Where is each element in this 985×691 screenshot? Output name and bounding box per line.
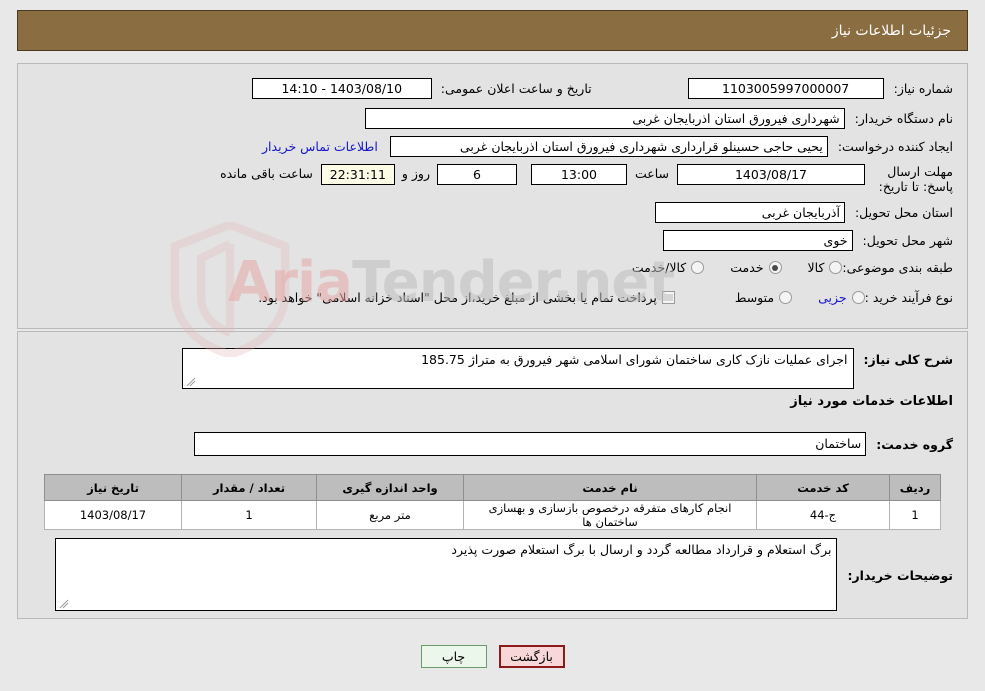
purchase-option-medium-label: متوسط	[734, 290, 775, 305]
radio-service-icon[interactable]	[768, 261, 782, 274]
category-option-goods-service-label: کالا/خدمت	[631, 260, 687, 275]
service-group-row: گروه خدمت: ساختمان	[194, 432, 953, 456]
service-group-field: ساختمان	[194, 432, 867, 456]
radio-goods-icon[interactable]	[829, 261, 843, 274]
province-field: آذربایجان غربی	[654, 202, 845, 223]
buyer-contact-link[interactable]: اطلاعات تماس خریدار	[262, 139, 378, 154]
need-number-row: شماره نیاز: 1103005997000007 تاریخ و ساع…	[251, 78, 953, 99]
category-option-service-label: خدمت	[730, 260, 764, 275]
page-title: جزئیات اطلاعات نیاز	[831, 22, 951, 39]
days-label: روز و	[401, 166, 430, 181]
print-button[interactable]: چاپ	[420, 645, 487, 668]
purchase-option-minor-label: جزیی	[818, 290, 847, 305]
treasury-bonds-label: پرداخت تمام یا بخشی از مبلغ خرید،از محل …	[258, 290, 657, 305]
treasury-bonds-checkbox[interactable]	[661, 291, 675, 304]
cell-code: ج-44	[756, 500, 890, 530]
requester-label: ایجاد کننده درخواست:	[837, 139, 953, 154]
cell-quantity: 1	[181, 500, 317, 530]
deadline-label: مهلت ارسال پاسخ: تا تاریخ:	[878, 164, 953, 194]
countdown-field: 22:31:11	[320, 164, 395, 185]
resize-grip-icon[interactable]	[186, 377, 196, 387]
col-name: نام خدمت	[463, 474, 757, 501]
cell-name: انجام کارهای متفرقه درخصوص بازسازی و بهس…	[463, 500, 757, 530]
radio-medium-icon[interactable]	[779, 291, 793, 304]
page-header-bar: جزئیات اطلاعات نیاز	[17, 10, 968, 51]
services-section-title: اطلاعات خدمات مورد نیاز	[790, 394, 953, 409]
buyer-org-field: شهرداری فیرورق استان اذربایجان غربی	[364, 108, 845, 129]
deadline-time-field: 13:00	[530, 164, 627, 185]
remaining-days-field: 6	[436, 164, 517, 185]
announce-label: تاریخ و ساعت اعلان عمومی:	[440, 81, 592, 96]
cell-unit: متر مربع	[316, 500, 464, 530]
buyer-org-row: نام دستگاه خریدار: شهرداری فیرورق استان …	[364, 108, 953, 129]
requester-row: ایجاد کننده درخواست: یحیی حاجی حسینلو قر…	[262, 136, 953, 157]
buyer-notes-label: توضیحات خریدار:	[847, 568, 953, 583]
services-section-title-row: اطلاعات خدمات مورد نیاز	[790, 394, 953, 409]
category-row: طبقه بندی موضوعی: کالا خدمت کالا/خدمت	[606, 260, 953, 275]
col-quantity: تعداد / مقدار	[181, 474, 317, 501]
services-table: ردیف کد خدمت نام خدمت واحد اندازه گیری ت…	[44, 474, 941, 530]
footer-buttons: بازگشت چاپ	[0, 645, 985, 668]
buyer-notes-text: برگ استعلام و قرارداد مطالعه گردد و ارسا…	[451, 542, 832, 557]
buyer-notes-textarea[interactable]: برگ استعلام و قرارداد مطالعه گردد و ارسا…	[55, 538, 838, 611]
time-label: ساعت	[634, 166, 669, 181]
service-group-label: گروه خدمت:	[876, 436, 953, 452]
need-info-panel: شماره نیاز: 1103005997000007 تاریخ و ساع…	[17, 63, 968, 329]
cell-index: 1	[889, 500, 941, 530]
col-code: کد خدمت	[756, 474, 890, 501]
category-option-service[interactable]: خدمت	[730, 260, 782, 275]
need-number-label: شماره نیاز:	[893, 81, 953, 96]
description-textarea[interactable]: اجرای عملیات نازک کاری ساختمان شورای اسل…	[181, 348, 854, 389]
treasury-bonds-checkbox-group[interactable]: پرداخت تمام یا بخشی از مبلغ خرید،از محل …	[258, 290, 675, 305]
table-row: 1 ج-44 انجام کارهای متفرقه درخصوص بازساز…	[44, 500, 941, 530]
province-row: استان محل تحویل: آذربایجان غربی	[654, 202, 953, 223]
col-index: ردیف	[889, 474, 941, 501]
announce-datetime-field: 1403/08/10 - 14:10	[251, 78, 432, 99]
radio-goods-service-icon[interactable]	[691, 261, 705, 274]
city-row: شهر محل تحویل: خوی	[662, 230, 953, 251]
province-label: استان محل تحویل:	[854, 205, 953, 220]
cell-need-date: 1403/08/17	[44, 500, 182, 530]
buyer-notes-row: توضیحات خریدار: برگ استعلام و قرارداد مط…	[55, 538, 953, 611]
remaining-hours-label: ساعت باقی مانده	[220, 166, 313, 181]
city-label: شهر محل تحویل:	[862, 233, 953, 248]
category-label: طبقه بندی موضوعی:	[842, 260, 953, 275]
deadline-row: مهلت ارسال پاسخ: تا تاریخ: 1403/08/17 سا…	[220, 164, 953, 194]
col-unit: واحد اندازه گیری	[316, 474, 464, 501]
description-label: شرح کلی نیاز:	[863, 352, 953, 367]
radio-minor-icon[interactable]	[851, 291, 865, 304]
category-option-goods-label: کالا	[807, 260, 825, 275]
requester-field: یحیی حاجی حسینلو قرارداری شهرداری فیرورق…	[389, 136, 828, 157]
need-number-field: 1103005997000007	[687, 78, 884, 99]
buyer-org-label: نام دستگاه خریدار:	[854, 111, 953, 126]
back-button[interactable]: بازگشت	[498, 645, 565, 668]
description-text: اجرای عملیات نازک کاری ساختمان شورای اسل…	[421, 352, 848, 367]
purchase-option-minor[interactable]: جزیی	[818, 290, 865, 305]
table-header-row: ردیف کد خدمت نام خدمت واحد اندازه گیری ت…	[44, 474, 941, 501]
deadline-date-field: 1403/08/17	[677, 164, 865, 185]
city-field: خوی	[662, 230, 853, 251]
service-details-panel: شرح کلی نیاز: اجرای عملیات نازک کاری ساخ…	[17, 331, 968, 619]
category-option-goods-service[interactable]: کالا/خدمت	[631, 260, 705, 275]
purchase-option-medium[interactable]: متوسط	[734, 290, 793, 305]
resize-grip-icon[interactable]	[59, 599, 69, 609]
purchase-type-row: نوع فرآیند خرید : جزیی متوسط پرداخت تمام…	[258, 290, 953, 305]
description-row: شرح کلی نیاز: اجرای عملیات نازک کاری ساخ…	[181, 348, 953, 389]
purchase-type-label: نوع فرآیند خرید :	[864, 290, 953, 305]
category-option-goods[interactable]: کالا	[808, 260, 843, 275]
col-need-date: تاریخ نیاز	[44, 474, 182, 501]
